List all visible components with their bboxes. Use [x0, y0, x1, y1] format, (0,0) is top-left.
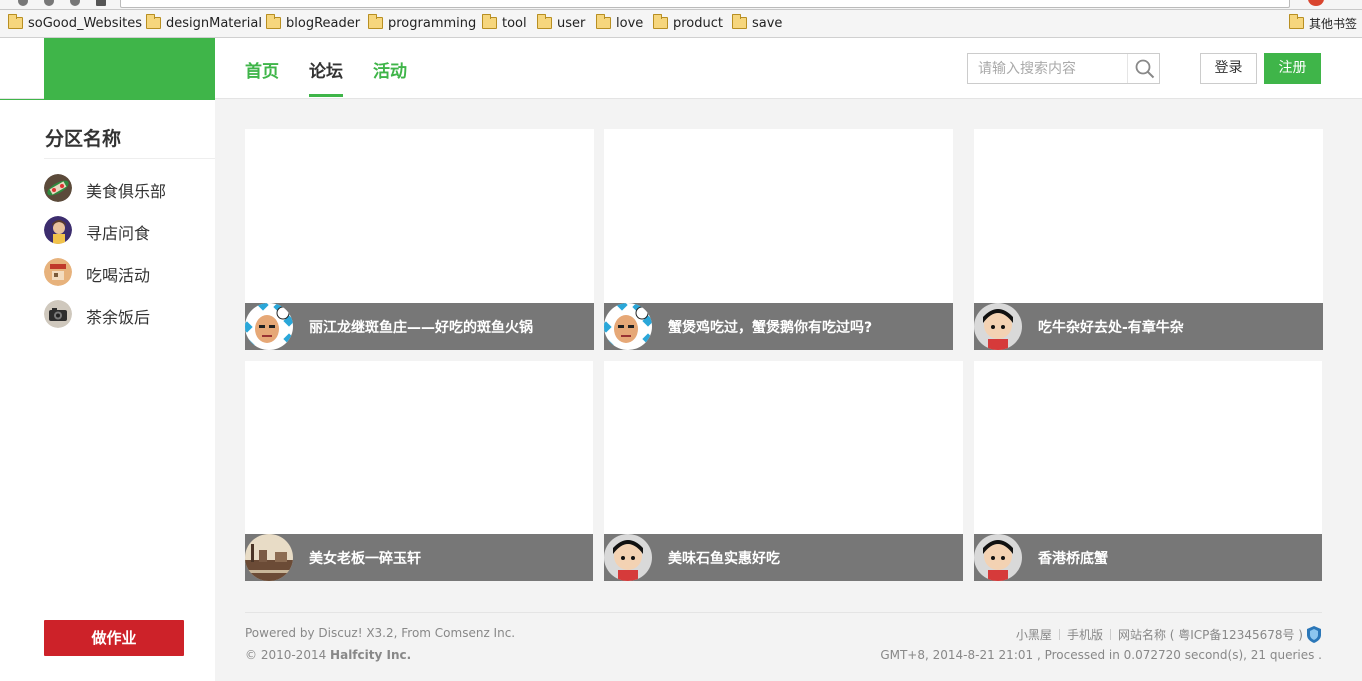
card-caption-bar: 蟹煲鸡吃过，蟹煲鹅你有吃过吗? — [604, 303, 953, 350]
nav-forum[interactable]: 论坛 — [309, 57, 343, 97]
thread-title: 美女老板一碎玉轩 — [309, 551, 421, 567]
search-button[interactable] — [1127, 54, 1159, 83]
sidebar-item-food-club[interactable]: 美食俱乐部 — [44, 173, 215, 203]
thread-card[interactable]: 吃牛杂好去处-有章牛杂 — [974, 129, 1323, 350]
company-link[interactable]: Halfcity Inc. — [330, 648, 411, 662]
girl-avatar-icon — [604, 534, 652, 581]
divider — [44, 158, 215, 159]
thread-title: 香港桥底蟹 — [1038, 551, 1108, 567]
bookmark-folder[interactable]: product — [653, 14, 723, 33]
footer-links: 小黑屋 手机版 网站名称 ( 粤ICP备12345678号 ) — [1016, 626, 1322, 643]
sidebar-item-shop-inquiry[interactable]: 寻店问食 — [44, 215, 215, 245]
card-caption-bar: 丽江龙继斑鱼庄——好吃的斑鱼火锅 — [245, 303, 594, 350]
powered-by: Powered by Discuz! X3.2, From Comsenz In… — [245, 626, 516, 640]
back-icon[interactable] — [18, 0, 28, 6]
nav-home[interactable]: 首页 — [245, 57, 279, 97]
sidebar-item-label: 寻店问食 — [86, 224, 151, 243]
folder-icon — [146, 14, 161, 29]
folder-icon — [1289, 14, 1304, 29]
folder-icon — [266, 14, 281, 29]
other-bookmarks[interactable]: 其他书签 — [1289, 14, 1357, 33]
login-button[interactable]: 登录 — [1200, 53, 1257, 84]
search-box — [967, 53, 1160, 84]
nav-events[interactable]: 活动 — [373, 57, 407, 97]
thread-title: 丽江龙继斑鱼庄——好吃的斑鱼火锅 — [309, 320, 533, 336]
site-logo[interactable] — [44, 38, 215, 100]
extension-icon[interactable] — [1308, 0, 1324, 6]
folder-icon — [8, 14, 23, 29]
thread-title: 蟹煲鸡吃过，蟹煲鹅你有吃过吗? — [668, 320, 873, 336]
folder-icon — [368, 14, 383, 29]
card-caption-bar: 美味石鱼实惠好吃 — [604, 534, 963, 581]
site-icp-link[interactable]: 网站名称 ( 粤ICP备12345678号 ) — [1118, 628, 1303, 642]
bookmark-folder[interactable]: save — [732, 14, 782, 33]
shield-icon[interactable] — [1306, 626, 1322, 643]
bookmark-folder[interactable]: tool — [482, 14, 527, 33]
folder-icon — [537, 14, 552, 29]
register-button[interactable]: 注册 — [1264, 53, 1321, 84]
poster-avatar-icon — [44, 258, 72, 286]
thread-card[interactable]: 蟹煲鸡吃过，蟹煲鹅你有吃过吗? — [604, 129, 953, 350]
bald-man-avatar-icon — [245, 303, 293, 350]
reload-icon[interactable] — [70, 0, 80, 6]
separator — [1058, 629, 1060, 640]
city-photo-avatar-icon — [245, 534, 293, 581]
food-avatar-icon — [44, 174, 72, 202]
apps-icon[interactable] — [96, 0, 106, 6]
section-title: 分区名称 — [45, 128, 122, 150]
footer-divider — [245, 612, 1322, 613]
site-header: 首页 论坛 活动 登录 注册 — [0, 38, 1362, 104]
forward-icon[interactable] — [44, 0, 54, 6]
bookmarks-bar: soGood_Websites designMaterial blogReade… — [0, 10, 1362, 38]
folder-icon — [596, 14, 611, 29]
address-bar[interactable] — [120, 0, 1290, 8]
thread-card[interactable]: 美味石鱼实惠好吃 — [604, 361, 963, 581]
separator — [1109, 629, 1111, 640]
bookmark-folder[interactable]: designMaterial — [146, 14, 262, 33]
card-caption-bar: 香港桥底蟹 — [974, 534, 1322, 581]
card-caption-bar: 吃牛杂好去处-有章牛杂 — [974, 303, 1323, 350]
thread-card[interactable]: 美女老板一碎玉轩 — [245, 361, 593, 581]
camera-avatar-icon — [44, 300, 72, 328]
bookmark-folder[interactable]: love — [596, 14, 643, 33]
sidebar-item-events[interactable]: 吃喝活动 — [44, 257, 215, 287]
person-avatar-icon — [44, 216, 72, 244]
page-stats: GMT+8, 2014-8-21 21:01 , Processed in 0.… — [880, 648, 1322, 662]
card-caption-bar: 美女老板一碎玉轩 — [245, 534, 593, 581]
bald-man-avatar-icon — [604, 303, 652, 350]
search-icon — [1135, 59, 1155, 79]
bookmark-folder[interactable]: user — [537, 14, 585, 33]
bookmark-folder[interactable]: programming — [368, 14, 476, 33]
folder-icon — [732, 14, 747, 29]
thread-card[interactable]: 丽江龙继斑鱼庄——好吃的斑鱼火锅 — [245, 129, 594, 350]
girl-avatar-icon — [974, 534, 1022, 581]
thread-title: 美味石鱼实惠好吃 — [668, 551, 780, 567]
sidebar-item-label: 茶余饭后 — [86, 308, 151, 327]
mobile-link[interactable]: 手机版 — [1067, 628, 1103, 642]
sidebar-item-chat[interactable]: 茶余饭后 — [44, 299, 215, 329]
copyright: © 2010-2014 Halfcity Inc. — [245, 648, 412, 662]
bookmark-folder[interactable]: soGood_Websites — [8, 14, 142, 33]
sidebar: 分区名称 美食俱乐部 寻店问食 吃喝活动 茶余饭后 做作业 — [0, 100, 215, 681]
search-input[interactable] — [968, 54, 1128, 83]
thread-card[interactable]: 香港桥底蟹 — [974, 361, 1322, 581]
folder-icon — [482, 14, 497, 29]
sidebar-item-label: 美食俱乐部 — [86, 182, 167, 201]
folder-icon — [653, 14, 668, 29]
bookmark-folder[interactable]: blogReader — [266, 14, 360, 33]
browser-toolbar — [0, 0, 1362, 10]
thread-title: 吃牛杂好去处-有章牛杂 — [1038, 320, 1184, 336]
sidebar-item-label: 吃喝活动 — [86, 266, 151, 285]
blacklist-link[interactable]: 小黑屋 — [1016, 628, 1052, 642]
homework-button[interactable]: 做作业 — [44, 620, 184, 656]
girl-avatar-icon — [974, 303, 1022, 350]
